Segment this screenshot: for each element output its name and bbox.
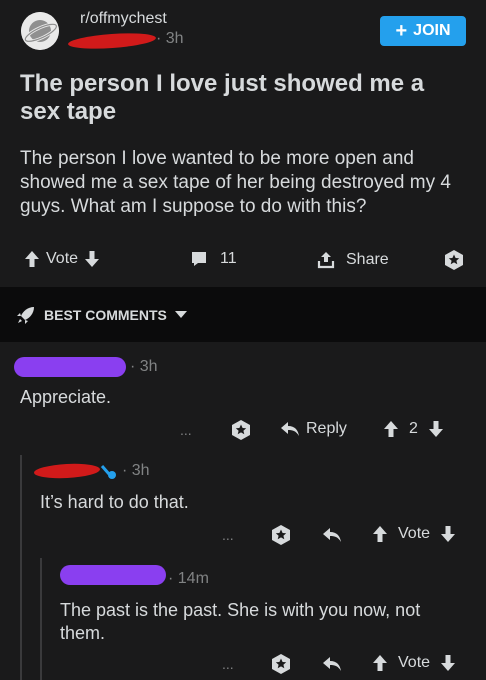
comment-actions: ... [222, 524, 292, 546]
comment-count: 11 [220, 250, 237, 267]
sort-label: BEST COMMENTS [44, 307, 167, 323]
comment-text: The past is the past. She is with you no… [60, 600, 421, 643]
comment-text: It’s hard to do that. [40, 492, 189, 512]
thread-line [20, 455, 22, 680]
award-icon[interactable] [230, 419, 252, 441]
post-title: The person I love just showed me a sex t… [20, 70, 425, 125]
downvote-icon[interactable] [440, 525, 456, 543]
subreddit-avatar[interactable] [21, 12, 59, 50]
comment-actions: ... [222, 653, 292, 675]
sort-selector[interactable]: BEST COMMENTS [16, 305, 187, 325]
vote-control[interactable]: 2 [383, 420, 444, 438]
more-options-icon[interactable]: ... [222, 656, 234, 672]
reply-icon [281, 422, 299, 436]
plus-icon: + [395, 20, 408, 42]
comment-actions: ... [180, 419, 252, 441]
subreddit-name[interactable]: r/offmychest [80, 10, 167, 28]
award-icon [445, 250, 463, 270]
planet-icon [21, 12, 59, 50]
award-icon[interactable] [270, 653, 292, 675]
rocket-icon [17, 307, 34, 324]
vote-label: Vote [46, 250, 79, 267]
downvote-icon[interactable] [428, 420, 444, 438]
downvote-icon[interactable] [84, 250, 100, 268]
reply-label: Reply [306, 420, 347, 437]
comments-button[interactable]: 11 [190, 250, 237, 268]
award-button[interactable] [443, 249, 465, 271]
meta-separator: · [130, 358, 140, 375]
share-icon [317, 252, 335, 269]
upvote-icon[interactable] [372, 525, 388, 543]
award-icon[interactable] [270, 524, 292, 546]
upvote-icon[interactable] [383, 420, 399, 438]
vote-control[interactable]: Vote [24, 250, 100, 268]
comment-meta: · 3h [122, 462, 150, 480]
meta-separator: · [122, 462, 132, 479]
upvote-icon[interactable] [24, 250, 40, 268]
reply-icon [323, 657, 341, 671]
comment-text: Appreciate. [20, 387, 112, 407]
meta-separator: · [156, 30, 166, 47]
share-button[interactable]: Share [316, 250, 389, 270]
comment-icon [192, 252, 206, 266]
upvote-icon[interactable] [372, 654, 388, 672]
share-label: Share [346, 251, 389, 268]
comment-meta: · 3h [130, 358, 158, 376]
redacted-username [60, 565, 166, 585]
post-age: 3h [165, 30, 184, 47]
more-options-icon[interactable]: ... [180, 422, 192, 438]
vote-control[interactable]: Vote [372, 654, 456, 672]
redacted-username [67, 30, 157, 52]
meta-separator: · [168, 570, 178, 587]
join-label: JOIN [413, 22, 451, 39]
comment-age: 3h [131, 462, 150, 479]
reply-button[interactable] [322, 526, 342, 544]
more-options-icon[interactable]: ... [222, 527, 234, 543]
vote-control[interactable]: Vote [372, 525, 456, 543]
award-badge-icon [100, 464, 118, 485]
post-meta: · 3h [156, 30, 184, 48]
comment-meta: · 14m [168, 570, 209, 588]
reply-button[interactable]: Reply [280, 420, 347, 438]
chevron-down-icon [174, 311, 187, 318]
vote-label: Vote [398, 654, 431, 671]
redacted-username [14, 357, 126, 377]
vote-label: Vote [398, 525, 431, 542]
post-body: The person I love wanted to be more open… [20, 148, 451, 217]
reply-button[interactable] [322, 655, 342, 673]
downvote-icon[interactable] [440, 654, 456, 672]
post-card: r/offmychest · 3h + JOIN The person I lo… [0, 0, 486, 287]
comment-age: 14m [177, 570, 209, 587]
comment-age: 3h [139, 358, 158, 375]
reply-icon [323, 528, 341, 542]
join-button[interactable]: + JOIN [380, 16, 466, 46]
thread-line [40, 558, 42, 680]
comment-score: 2 [409, 420, 418, 437]
